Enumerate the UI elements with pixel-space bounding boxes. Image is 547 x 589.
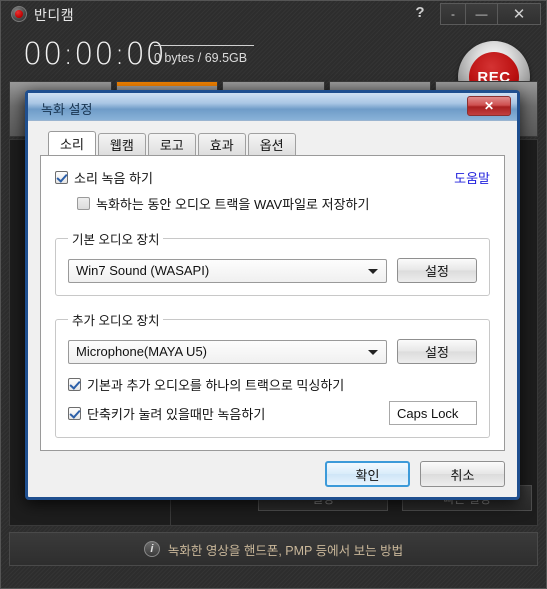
secondary-audio-device-legend: 추가 오디오 장치 [72,314,160,328]
tab-logo[interactable]: 로고 [147,133,196,155]
restore-button[interactable]: - [440,3,466,25]
primary-audio-device-legend: 기본 오디오 장치 [72,233,160,247]
close-button[interactable]: ✕ [497,3,541,25]
mix-tracks-label: 기본과 추가 오디오를 하나의 트랙으로 믹싱하기 [87,378,345,393]
ok-button[interactable]: 확인 [325,461,410,487]
divider-rule [154,45,254,46]
tab-webcam[interactable]: 웹캠 [97,133,146,155]
info-bar-text: 녹화한 영상을 핸드폰, PMP 등에서 보는 방법 [167,543,404,558]
recording-settings-dialog: 녹화 설정 ✕ 소리 웹캠 로고 효과 옵션 도움말 소리 녹음 하기 녹화하는… [25,90,520,500]
app-titlebar: 반디캠 ? - — ✕ [1,1,546,28]
primary-device-select[interactable]: Win7 Sound (WASAPI) [68,258,387,283]
record-sound-checkbox[interactable] [55,171,68,184]
record-sound-label: 소리 녹음 하기 [74,171,153,186]
primary-audio-device-group: 기본 오디오 장치 Win7 Sound (WASAPI) 설정 [55,229,490,296]
secondary-device-settings-button[interactable]: 설정 [397,339,477,364]
secondary-audio-device-group: 추가 오디오 장치 Microphone(MAYA U5) 설정 기본과 추가 … [55,310,490,438]
secondary-device-select[interactable]: Microphone(MAYA U5) [68,339,387,364]
push-to-talk-label: 단축키가 눌려 있을때만 녹음하기 [87,406,266,422]
tab-sound[interactable]: 소리 [48,131,96,155]
mix-tracks-checkbox[interactable] [68,378,81,391]
push-to-talk-checkbox[interactable] [68,406,81,420]
hotkey-field[interactable]: Caps Lock [389,401,477,425]
recording-timer: 00:00:00 [23,37,166,72]
dialog-footer: 확인 취소 [325,461,505,487]
info-bar[interactable]: i 녹화한 영상을 핸드폰, PMP 등에서 보는 방법 [9,532,538,566]
cancel-button[interactable]: 취소 [420,461,505,487]
record-sound-row[interactable]: 소리 녹음 하기 [55,168,490,187]
record-dot-icon [11,6,27,22]
primary-device-value: Win7 Sound (WASAPI) [76,263,210,278]
help-link[interactable]: 도움말 [454,168,490,187]
chevron-down-icon [368,349,378,355]
app-title: 반디캠 [34,7,75,23]
save-wav-row[interactable]: 녹화하는 동안 오디오 트랙을 WAV파일로 저장하기 [77,194,490,213]
secondary-device-row: Microphone(MAYA U5) 설정 [68,339,477,364]
info-icon: i [143,541,160,557]
save-wav-label: 녹화하는 동안 오디오 트랙을 WAV파일로 저장하기 [96,197,370,212]
mix-tracks-row[interactable]: 기본과 추가 오디오를 하나의 트랙으로 믹싱하기 [68,375,477,394]
dialog-tabstrip: 소리 웹캠 로고 효과 옵션 [40,131,505,155]
tab-option[interactable]: 옵션 [247,133,296,155]
save-wav-checkbox[interactable] [77,197,90,210]
primary-device-row: Win7 Sound (WASAPI) 설정 [68,258,477,283]
dialog-close-button[interactable]: ✕ [467,96,511,116]
tab-effect[interactable]: 효과 [197,133,246,155]
dialog-body: 소리 웹캠 로고 효과 옵션 도움말 소리 녹음 하기 녹화하는 동안 오디오 … [28,121,517,497]
storage-info: 0 bytes / 69.5GB [154,45,254,65]
help-button[interactable]: ? [411,4,429,21]
dialog-title: 녹화 설정 [41,102,93,117]
minimize-button[interactable]: — [465,3,498,25]
sound-tab-panel: 도움말 소리 녹음 하기 녹화하는 동안 오디오 트랙을 WAV파일로 저장하기… [40,155,505,451]
primary-device-settings-button[interactable]: 설정 [397,258,477,283]
push-to-talk-row[interactable]: 단축키가 눌려 있을때만 녹음하기 Caps Lock [68,401,477,425]
secondary-device-value: Microphone(MAYA U5) [76,344,208,359]
storage-text: 0 bytes / 69.5GB [154,51,248,65]
chevron-down-icon [368,268,378,274]
dialog-titlebar: 녹화 설정 ✕ [28,93,517,121]
